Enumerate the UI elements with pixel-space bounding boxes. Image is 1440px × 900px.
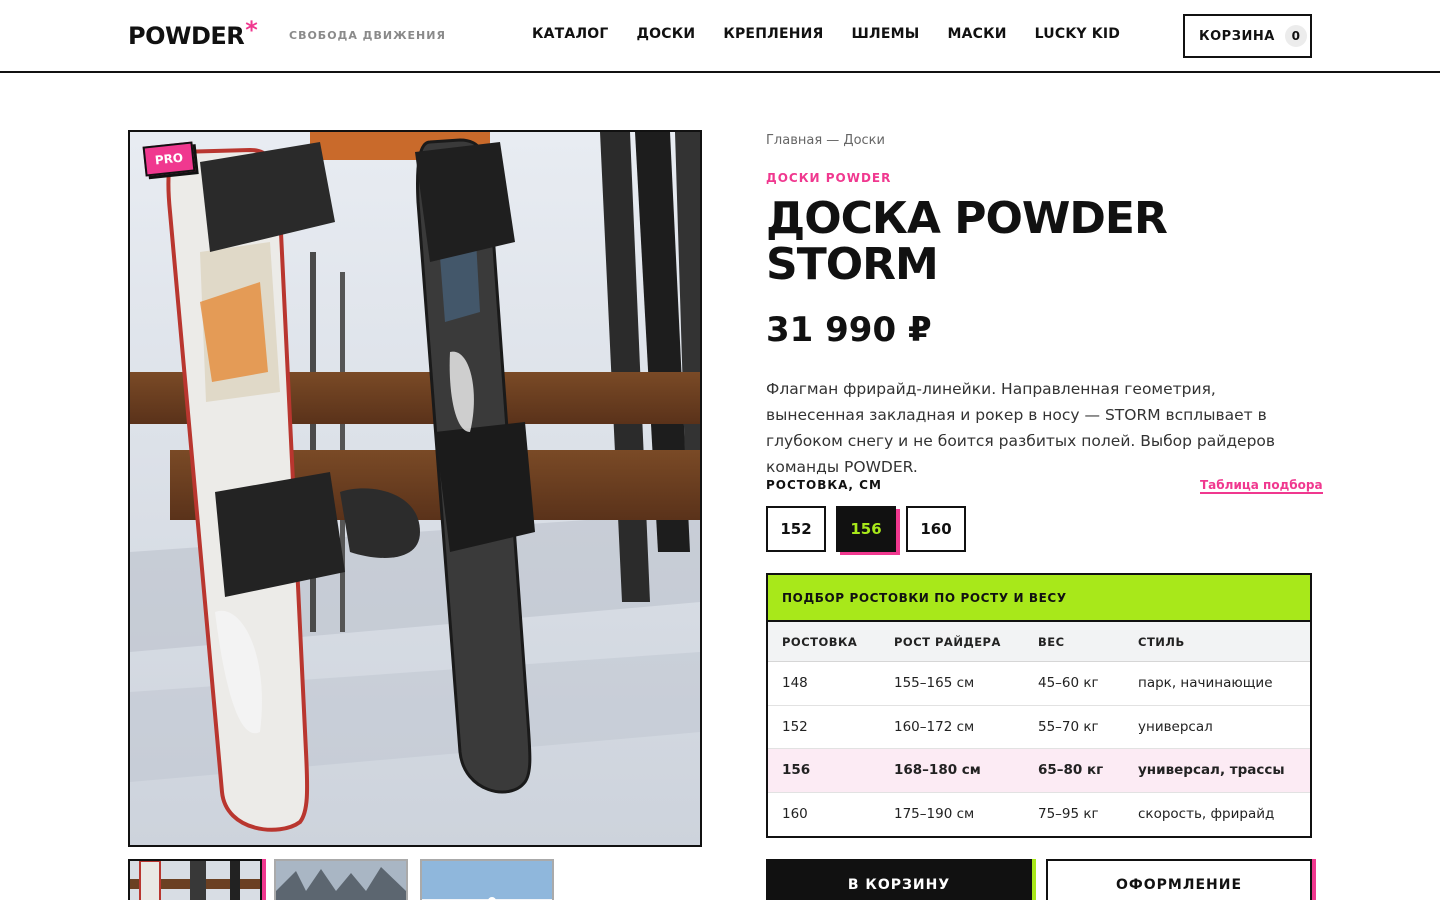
column-header: РОСТОВКА [782, 634, 858, 649]
table-row: 148 155–165 см 45–60 кг парк, начинающие [768, 662, 1310, 706]
table-cell: 168–180 см [894, 762, 981, 779]
nav-helmets[interactable]: ШЛЕМЫ [852, 26, 920, 42]
tagline: свобода движения [289, 29, 446, 42]
column-header: РОСТ РАЙДЕРА [894, 634, 1001, 649]
nav-boards[interactable]: ДОСКИ [637, 26, 696, 42]
thumbnail-3[interactable] [420, 859, 554, 900]
table-row-highlighted: 156 168–180 см 65–80 кг универсал, трасс… [768, 749, 1310, 793]
site-header: POWDER * свобода движения КАТАЛОГ ДОСКИ … [0, 0, 1440, 73]
table-cell: 45–60 кг [1038, 675, 1099, 692]
cart-button[interactable]: КОРЗИНА 0 [1183, 14, 1312, 58]
logo-star-icon: * [245, 16, 258, 44]
cart-label: КОРЗИНА [1199, 28, 1275, 44]
thumbnail-1[interactable] [128, 859, 262, 900]
size-chart-link[interactable]: Таблица подбора [1200, 478, 1323, 494]
size-selector: 152 156 160 [766, 506, 966, 552]
logo[interactable]: POWDER * [128, 16, 258, 52]
table-cell: 55–70 кг [1038, 718, 1099, 735]
snowboard-photo [130, 132, 700, 845]
cart-count-badge: 0 [1284, 25, 1307, 47]
column-header: ВЕС [1038, 634, 1065, 649]
product-description: Флагман фрирайд-линейки. Направленная ге… [766, 380, 1276, 476]
column-header: СТИЛЬ [1138, 634, 1185, 649]
pro-badge: PRO [142, 141, 196, 177]
table-cell: 160 [782, 806, 808, 823]
table-cell: скорость, фрирайд [1138, 806, 1275, 823]
size-option-152[interactable]: 152 [766, 506, 826, 552]
table-row: 152 160–172 см 55–70 кг универсал [768, 706, 1310, 749]
table-cell: универсал [1138, 718, 1213, 735]
main-nav: КАТАЛОГ ДОСКИ КРЕПЛЕНИЯ ШЛЕМЫ МАСКИ LUCK… [532, 26, 1120, 42]
thumbnail-3-image [422, 861, 552, 900]
table-cell: 148 [782, 675, 808, 692]
nav-bindings[interactable]: КРЕПЛЕНИЯ [723, 26, 823, 42]
thumbnail-1-image [130, 861, 260, 900]
table-cell: 75–95 кг [1038, 806, 1099, 823]
table-cell: 152 [782, 718, 808, 735]
table-header-row: РОСТОВКА РОСТ РАЙДЕРА ВЕС СТИЛЬ [768, 622, 1310, 662]
table-cell: универсал, трассы [1138, 762, 1285, 779]
product-price: 31 990 ₽ [766, 310, 932, 350]
table-cell: 160–172 см [894, 718, 975, 735]
size-label: РОСТОВКА, СМ [766, 478, 882, 492]
product-title: ДОСКА POWDER STORM [766, 193, 1168, 290]
thumbnail-2-image [276, 861, 406, 900]
product-brand[interactable]: ДОСКИ POWDER [766, 171, 891, 185]
thumbnail-2[interactable] [274, 859, 408, 900]
table-cell: 156 [782, 762, 811, 779]
size-guide-table: ПОДБОР РОСТОВКИ ПО РОСТУ И ВЕСУ РОСТОВКА… [766, 573, 1312, 838]
breadcrumb[interactable]: Главная — Доски [766, 133, 885, 148]
nav-goggles[interactable]: МАСКИ [947, 26, 1006, 42]
add-to-cart-button[interactable]: В КОРЗИНУ [766, 859, 1032, 900]
table-row: 160 175–190 см 75–95 кг скорость, фрирай… [768, 793, 1310, 837]
size-option-156[interactable]: 156 [836, 506, 896, 552]
nav-lucky-kid[interactable]: LUCKY KID [1035, 26, 1120, 42]
table-cell: 65–80 кг [1038, 762, 1104, 779]
size-option-160[interactable]: 160 [906, 506, 966, 552]
table-cell: 155–165 см [894, 675, 975, 692]
nav-catalog[interactable]: КАТАЛОГ [532, 26, 609, 42]
checkout-button[interactable]: ОФОРМЛЕНИЕ [1046, 859, 1312, 900]
product-main-image[interactable] [128, 130, 702, 847]
thumbnail-strip [128, 859, 554, 900]
table-cell: парк, начинающие [1138, 675, 1273, 692]
table-cell: 175–190 см [894, 806, 975, 823]
logo-text: POWDER [128, 22, 245, 50]
size-guide-title: ПОДБОР РОСТОВКИ ПО РОСТУ И ВЕСУ [768, 575, 1310, 622]
